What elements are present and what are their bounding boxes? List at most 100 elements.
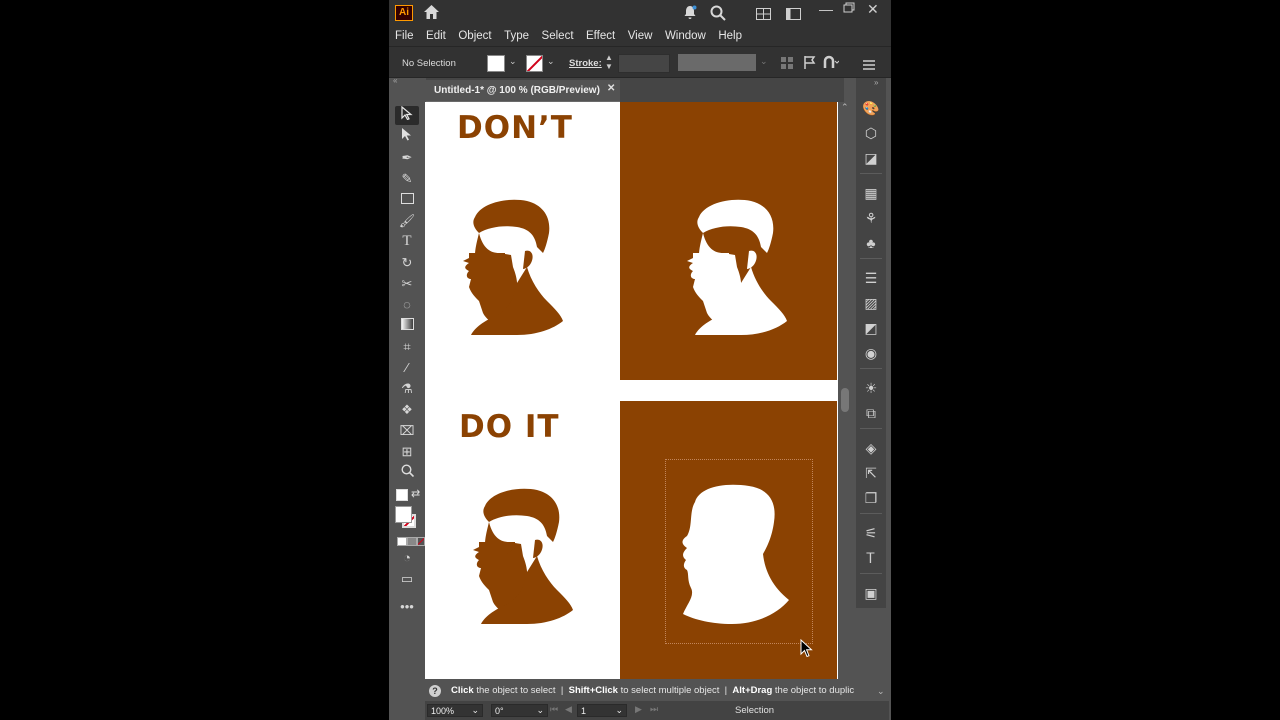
- help-icon[interactable]: ?: [429, 685, 441, 697]
- more-tools-icon[interactable]: •••: [395, 597, 419, 616]
- fill-color-icon[interactable]: [395, 506, 412, 523]
- menu-view[interactable]: View: [628, 30, 653, 42]
- menu-object[interactable]: Object: [458, 30, 491, 42]
- mesh-tool-icon[interactable]: ⌗: [395, 337, 419, 356]
- panel-menu-icon[interactable]: [863, 57, 875, 75]
- stroke-swatch[interactable]: [526, 55, 543, 72]
- bell-icon[interactable]: [683, 5, 697, 23]
- first-artboard-icon[interactable]: ⏮: [550, 704, 558, 715]
- minimize-icon[interactable]: —: [819, 1, 833, 17]
- eyedropper-tool-icon[interactable]: ⁄: [395, 358, 419, 377]
- type-tool-icon[interactable]: T: [395, 232, 419, 251]
- layers-icon[interactable]: ◈: [861, 438, 881, 458]
- asset-export-icon[interactable]: ⧉: [861, 403, 881, 423]
- zoom-tool-icon[interactable]: [395, 463, 419, 482]
- scroll-up-icon[interactable]: ⌃: [841, 102, 849, 113]
- properties-icon[interactable]: ⚟: [861, 523, 881, 543]
- pen-tool-icon[interactable]: ✒: [395, 148, 419, 167]
- gradient-panel-icon[interactable]: ▨: [861, 293, 881, 313]
- shape-builder-tool-icon[interactable]: ◌: [395, 295, 419, 314]
- selection-tool-icon[interactable]: [395, 105, 419, 125]
- workspace-icon[interactable]: [786, 7, 801, 23]
- none-mode-icon[interactable]: [417, 537, 425, 546]
- libraries-icon[interactable]: ▣: [861, 583, 881, 603]
- fill-swatch[interactable]: [487, 55, 505, 72]
- hint-scroll-icon[interactable]: ⌄: [877, 682, 885, 700]
- gradient-mode-icon[interactable]: [407, 537, 417, 546]
- color-guide-icon[interactable]: ◪: [861, 148, 881, 168]
- stroke-weight-field[interactable]: [618, 54, 670, 73]
- stroke-label[interactable]: Stroke:: [569, 58, 602, 69]
- flag-icon[interactable]: [804, 56, 816, 74]
- home-icon[interactable]: [423, 4, 440, 23]
- artboard-tool-icon[interactable]: ⌧: [395, 421, 419, 440]
- color-icon[interactable]: 🎨: [861, 98, 881, 118]
- rectangle-tool-icon[interactable]: [395, 190, 419, 209]
- menu-type[interactable]: Type: [504, 30, 529, 42]
- variable-width-chevron-icon[interactable]: ⌄: [760, 56, 768, 67]
- artboards-icon[interactable]: ❐: [861, 488, 881, 508]
- search-icon[interactable]: [710, 5, 726, 24]
- appearance-icon[interactable]: ◉: [861, 343, 881, 363]
- rotate-tool-icon[interactable]: ↻: [395, 253, 419, 272]
- blend-tool-icon[interactable]: ⚗: [395, 379, 419, 398]
- export-icon[interactable]: ⇱: [861, 463, 881, 483]
- collapse-dock-icon[interactable]: »: [874, 78, 878, 87]
- rotation-field[interactable]: 0° ⌄: [491, 704, 548, 717]
- swap-colors-icon[interactable]: ⇄: [411, 487, 420, 500]
- artboard-chevron-icon[interactable]: ⌄: [615, 704, 623, 717]
- stroke-stepper-icon[interactable]: ▲ ▼: [605, 53, 613, 71]
- color-mode-icon[interactable]: [397, 537, 407, 546]
- symbol-sprayer-tool-icon[interactable]: ❖: [395, 400, 419, 419]
- paintbrush-tool-icon[interactable]: 🖌: [395, 211, 419, 230]
- vertical-scrollbar[interactable]: ⌃ ⌄: [838, 102, 852, 694]
- fill-dropdown-chevron-icon[interactable]: ⌄: [509, 56, 517, 67]
- maximize-icon[interactable]: [843, 1, 855, 17]
- artboard-number-field[interactable]: 1 ⌄: [577, 704, 627, 717]
- document-tab[interactable]: Untitled-1* @ 100 % (RGB/Preview) ✕: [426, 80, 620, 102]
- default-colors-icon[interactable]: [396, 489, 408, 501]
- variable-width-field[interactable]: [678, 54, 756, 71]
- menu-window[interactable]: Window: [665, 30, 706, 42]
- character-icon[interactable]: Ꭲ: [861, 548, 881, 568]
- menu-edit[interactable]: Edit: [426, 30, 446, 42]
- arrange-icon[interactable]: [756, 7, 771, 23]
- next-artboard-icon[interactable]: ▶: [635, 704, 642, 715]
- draw-mode-icon[interactable]: ◔: [395, 548, 419, 567]
- bearded-man-logo-white[interactable]: [681, 197, 791, 337]
- dont-headline[interactable]: DON’T: [457, 110, 573, 146]
- collapse-tools-icon[interactable]: «: [393, 76, 397, 85]
- previous-artboard-icon[interactable]: ◀: [565, 704, 572, 715]
- gradient-tool-icon[interactable]: [395, 316, 419, 335]
- menu-help[interactable]: Help: [718, 30, 742, 42]
- close-icon[interactable]: ✕: [867, 1, 879, 17]
- slice-tool-icon[interactable]: ⊞: [395, 442, 419, 461]
- scroll-thumb[interactable]: [841, 388, 849, 412]
- swatches-icon[interactable]: ▦: [861, 183, 881, 203]
- current-tool-label[interactable]: Selection: [735, 705, 774, 716]
- last-artboard-icon[interactable]: ⏭: [650, 704, 658, 715]
- artboard[interactable]: DON’T DO IT: [425, 102, 838, 679]
- curvature-tool-icon[interactable]: ✎: [395, 169, 419, 188]
- brushes-icon[interactable]: ⚘: [861, 208, 881, 228]
- graphic-styles-icon[interactable]: ☀: [861, 378, 881, 398]
- scissors-tool-icon[interactable]: ✂: [395, 274, 419, 293]
- menu-file[interactable]: File: [395, 30, 414, 42]
- align-grid-icon[interactable]: [781, 56, 793, 74]
- zoom-field[interactable]: 100% ⌄: [427, 704, 483, 717]
- head-silhouette-shape[interactable]: [677, 482, 797, 627]
- menu-effect[interactable]: Effect: [586, 30, 615, 42]
- rotation-chevron-icon[interactable]: ⌄: [536, 704, 544, 717]
- transparency-icon[interactable]: ◩: [861, 318, 881, 338]
- doit-headline[interactable]: DO IT: [459, 409, 560, 445]
- 3d-materials-icon[interactable]: ⬡: [861, 123, 881, 143]
- magnet-icon[interactable]: [823, 55, 840, 74]
- stroke-panel-icon[interactable]: ☰: [861, 268, 881, 288]
- close-tab-icon[interactable]: ✕: [607, 83, 615, 94]
- menu-select[interactable]: Select: [542, 30, 574, 42]
- zoom-chevron-icon[interactable]: ⌄: [471, 704, 479, 717]
- stroke-dropdown-chevron-icon[interactable]: ⌄: [547, 56, 555, 67]
- direct-selection-tool-icon[interactable]: [395, 127, 419, 146]
- screen-mode-icon[interactable]: ▭: [395, 569, 419, 588]
- symbols-icon[interactable]: ♣: [861, 233, 881, 253]
